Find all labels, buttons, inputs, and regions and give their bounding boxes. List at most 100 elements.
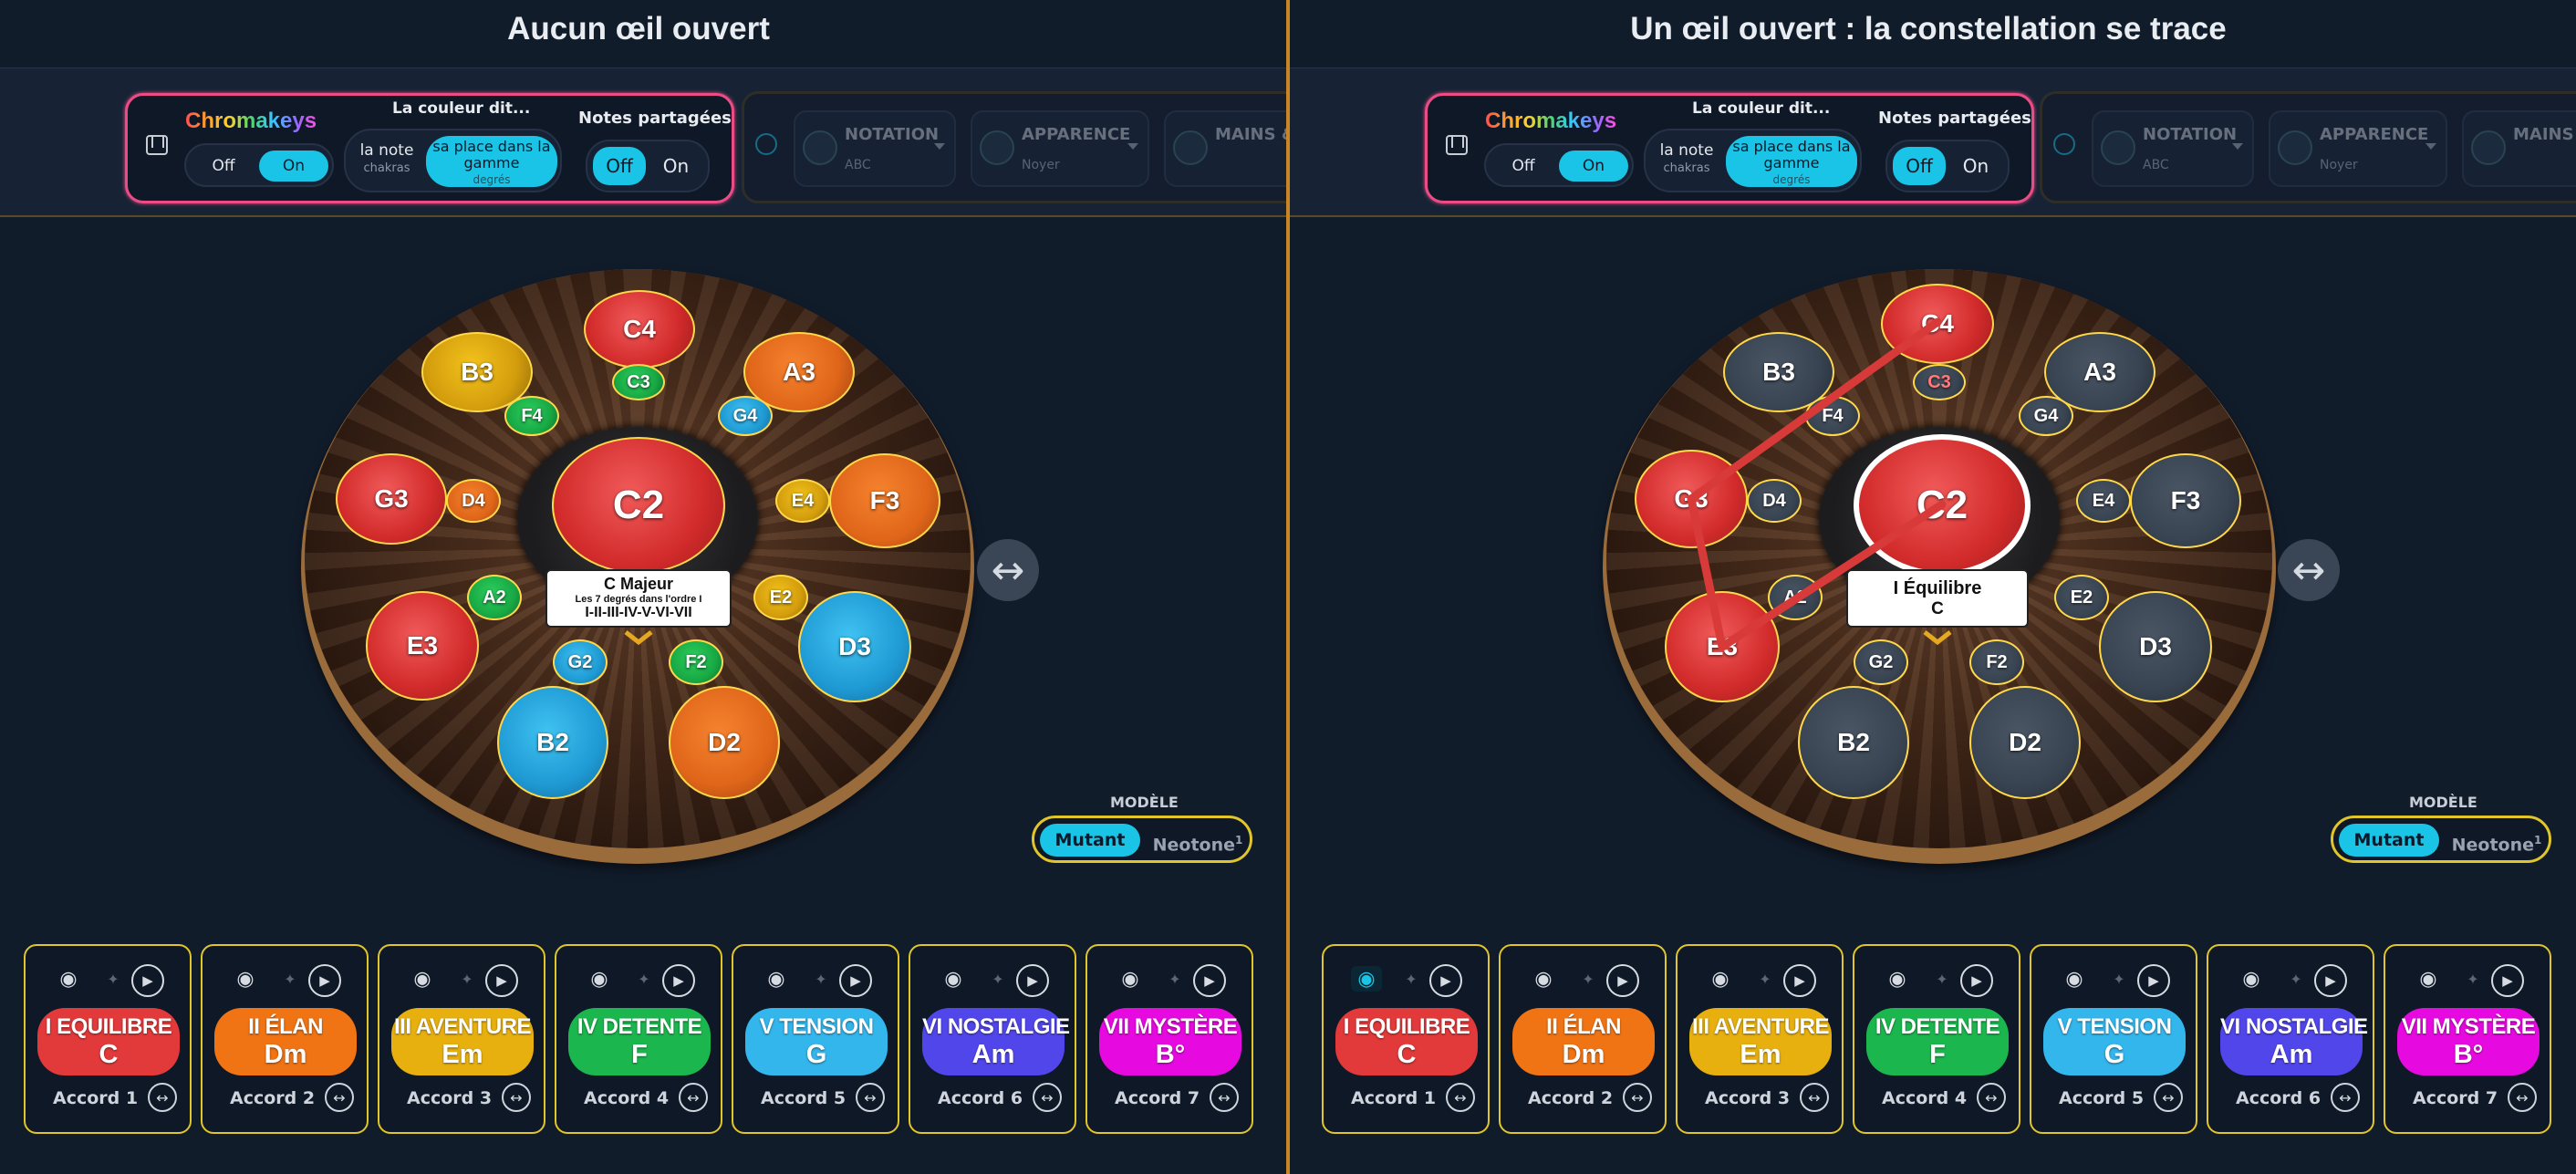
note-G4[interactable]: G4 <box>2019 396 2073 436</box>
note-D2[interactable]: D2 <box>669 686 780 799</box>
chord-card[interactable]: ◉ ✦ ▶ IV DETENTE F Accord 4 ↔ <box>1853 944 2020 1134</box>
note-A2[interactable]: A2 <box>467 575 522 620</box>
note-E3[interactable]: E3 <box>366 591 479 701</box>
couleur-toggle[interactable]: la note chakras sa place dans la gamme deg… <box>1644 129 1862 192</box>
chord-pill[interactable]: II ÉLAN Dm <box>214 1008 357 1075</box>
modele-neotone[interactable]: Neotone1 <box>2446 824 2547 857</box>
play-icon[interactable]: ▶ <box>131 964 164 997</box>
note-D4[interactable]: D4 <box>1747 479 1802 523</box>
swap-arrow-icon[interactable]: ↔ <box>325 1083 354 1112</box>
play-icon[interactable]: ▶ <box>1193 964 1226 997</box>
chord-card[interactable]: ◉ ✦ ▶ III AVENTURE Em Accord 3 ↔ <box>1676 944 1844 1134</box>
mains-dropdown[interactable]: MAINS & DOIGTÉ <box>1164 110 1286 187</box>
note-G3[interactable]: G3 <box>1635 450 1748 548</box>
option-place[interactable]: sa place dans la gamme degrés <box>426 136 557 187</box>
swap-arrow-icon[interactable]: ↔ <box>1210 1083 1239 1112</box>
swap-arrow-icon[interactable]: ↔ <box>2508 1083 2537 1112</box>
note-G2[interactable]: G2 <box>1854 639 1908 685</box>
swap-arrow-icon[interactable]: ↔ <box>2154 1083 2183 1112</box>
chord-pill[interactable]: V TENSION G <box>2043 1008 2186 1075</box>
sparkle-icon[interactable]: ✦ <box>633 968 655 990</box>
modele-toggle[interactable]: Mutant Neotone1 <box>2331 816 2551 863</box>
sparkle-icon[interactable]: ✦ <box>1577 968 1599 990</box>
chord-card[interactable]: ◉ ✦ ▶ II ÉLAN Dm Accord 2 ↔ <box>1499 944 1667 1134</box>
chord-pill[interactable]: V TENSION G <box>745 1008 888 1075</box>
option-note[interactable]: la note chakras <box>1655 142 1719 177</box>
note-B2[interactable]: B2 <box>497 686 608 799</box>
note-E4[interactable]: E4 <box>2076 479 2131 523</box>
modele-mutant[interactable]: Mutant <box>1040 824 1140 857</box>
toggle-on[interactable]: On <box>259 151 328 182</box>
note-C4[interactable]: C4 <box>584 290 695 369</box>
chord-pill[interactable]: VII MYSTÈRE B° <box>2397 1008 2540 1075</box>
notes-partagees-toggle[interactable]: Off On <box>1885 140 2010 192</box>
notation-dropdown[interactable]: NOTATION ABC <box>794 110 956 187</box>
note-C2[interactable]: C2 <box>1854 434 2031 577</box>
note-F4[interactable]: F4 <box>504 396 559 436</box>
notation-dropdown[interactable]: NOTATION ABC <box>2092 110 2254 187</box>
modele-mutant[interactable]: Mutant <box>2339 824 2439 857</box>
sparkle-icon[interactable]: ✦ <box>1931 968 1953 990</box>
chord-pill[interactable]: VI NOSTALGIE Am <box>2220 1008 2368 1075</box>
note-D3[interactable]: D3 <box>2099 591 2212 702</box>
eye-icon[interactable]: ◉ <box>2413 966 2444 992</box>
play-icon[interactable]: ▶ <box>485 964 518 997</box>
note-C3[interactable]: C3 <box>612 364 665 400</box>
chord-pill[interactable]: I EQUILIBRE C <box>1335 1008 1478 1075</box>
play-icon[interactable]: ▶ <box>2491 964 2524 997</box>
sparkle-icon[interactable]: ✦ <box>456 968 478 990</box>
note-C4[interactable]: C4 <box>1881 284 1994 364</box>
note-C3[interactable]: C3 <box>1913 364 1966 400</box>
eye-icon[interactable]: ◉ <box>2059 966 2090 992</box>
chord-pill[interactable]: III AVENTURE Em <box>1689 1008 1832 1075</box>
swap-arrow-icon[interactable]: ↔ <box>1800 1083 1829 1112</box>
chord-card[interactable]: ◉ ✦ ▶ VII MYSTÈRE B° Accord 7 ↔ <box>1085 944 1253 1134</box>
swap-arrow-icon[interactable]: ↔ <box>679 1083 708 1112</box>
play-icon[interactable]: ▶ <box>1960 964 1993 997</box>
note-E2[interactable]: E2 <box>753 575 808 620</box>
play-icon[interactable]: ▶ <box>839 964 872 997</box>
note-D2[interactable]: D2 <box>1969 686 2081 799</box>
eye-icon[interactable]: ◉ <box>584 966 615 992</box>
chord-pill[interactable]: VII MYSTÈRE B° <box>1099 1008 1241 1075</box>
note-F3[interactable]: F3 <box>2130 453 2241 548</box>
play-icon[interactable]: ▶ <box>308 964 341 997</box>
note-D4[interactable]: D4 <box>446 479 501 523</box>
modele-neotone[interactable]: Neotone1 <box>1148 824 1248 857</box>
chord-card[interactable]: ◉ ✦ ▶ I EQUILIBRE C Accord 1 ↔ <box>1322 944 1490 1134</box>
swap-arrow-button[interactable]: ↔ <box>977 539 1039 601</box>
swap-arrow-icon[interactable]: ↔ <box>502 1083 531 1112</box>
note-E4[interactable]: E4 <box>775 479 830 523</box>
play-icon[interactable]: ▶ <box>2137 964 2170 997</box>
eye-icon[interactable]: ◉ <box>407 966 438 992</box>
swap-arrow-icon[interactable]: ↔ <box>148 1083 177 1112</box>
sparkle-icon[interactable]: ✦ <box>279 968 301 990</box>
note-E3[interactable]: E3 <box>1665 591 1780 702</box>
apparence-dropdown[interactable]: APPARENCE Noyer <box>2269 110 2447 187</box>
chord-pill[interactable]: II ÉLAN Dm <box>1512 1008 1655 1075</box>
sparkle-icon[interactable]: ✦ <box>2108 968 2130 990</box>
toggle-off[interactable]: Off <box>1893 147 1946 185</box>
eye-icon[interactable]: ◉ <box>761 966 792 992</box>
swap-arrow-icon[interactable]: ↔ <box>1446 1083 1475 1112</box>
option-place[interactable]: sa place dans la gamme degrés <box>1726 136 1857 187</box>
note-F2[interactable]: F2 <box>1969 639 2024 685</box>
sparkle-icon[interactable]: ✦ <box>1164 968 1186 990</box>
sparkle-icon[interactable]: ✦ <box>102 968 124 990</box>
eye-icon[interactable]: ◉ <box>1351 966 1382 992</box>
toggle-off[interactable]: Off <box>192 151 255 182</box>
chord-card[interactable]: ◉ ✦ ▶ III AVENTURE Em Accord 3 ↔ <box>378 944 545 1134</box>
option-note[interactable]: la note chakras <box>355 142 419 177</box>
eye-icon[interactable]: ◉ <box>1705 966 1736 992</box>
play-icon[interactable]: ▶ <box>1429 964 1462 997</box>
note-A2[interactable]: A2 <box>1768 575 1823 620</box>
chord-card[interactable]: ◉ ✦ ▶ VI NOSTALGIE Am Accord 6 ↔ <box>909 944 1076 1134</box>
chord-pill[interactable]: IV DETENTE F <box>568 1008 711 1075</box>
play-icon[interactable]: ▶ <box>2314 964 2347 997</box>
swap-arrow-icon[interactable]: ↔ <box>1977 1083 2006 1112</box>
swap-arrow-icon[interactable]: ↔ <box>856 1083 885 1112</box>
eye-icon[interactable]: ◉ <box>1528 966 1559 992</box>
eye-icon[interactable]: ◉ <box>1882 966 1913 992</box>
chord-card[interactable]: ◉ ✦ ▶ VII MYSTÈRE B° Accord 7 ↔ <box>2384 944 2551 1134</box>
play-icon[interactable]: ▶ <box>1783 964 1816 997</box>
